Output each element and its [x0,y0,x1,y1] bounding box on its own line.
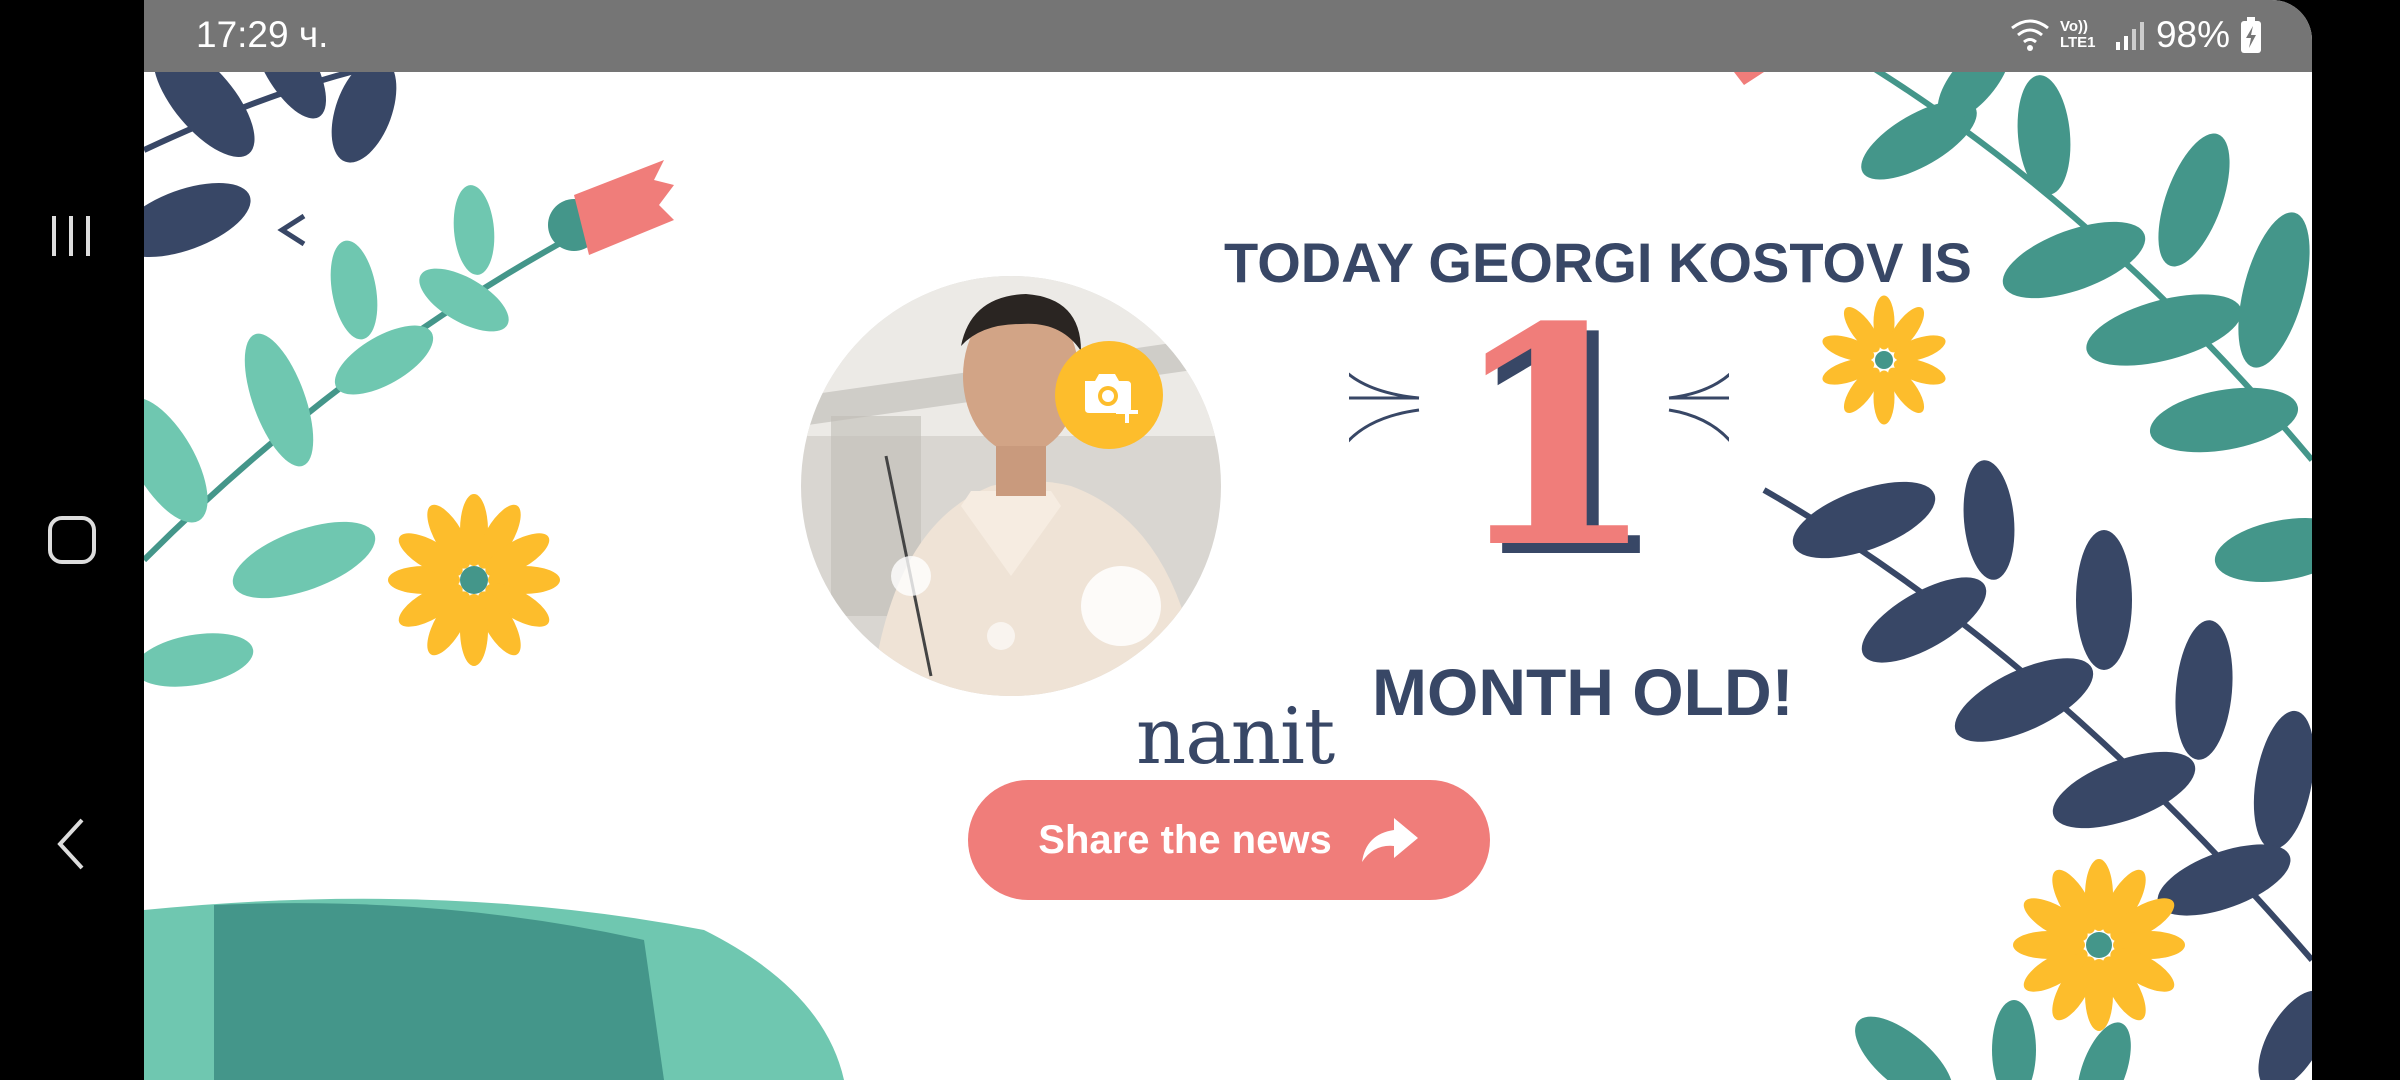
home-icon [48,516,96,564]
age-number: 1 [1449,261,1658,614]
chevron-left-icon [57,818,84,870]
status-time: 17:29 ч. [196,14,329,55]
profile-photo-image [801,276,1221,696]
back-arrow-icon [277,213,306,247]
brand-logo: nanit [1136,692,1335,782]
milestone-heading-bottom: MONTH OLD! [1372,655,1794,729]
back-button[interactable] [254,190,334,270]
share-button-label: Share the news [1038,817,1332,862]
age-display: 1 [1303,288,1775,618]
recent-apps-icon [52,216,90,256]
baby-photo[interactable] [801,276,1221,696]
add-photo-button[interactable] [1055,341,1163,449]
app-screen: 17:29 ч. Vo)) LTE1 98% TODAY GEORGI KOST… [144,0,2312,1080]
battery-level: 98% [2155,14,2230,55]
status-indicators: Vo)) LTE1 98% [2010,14,2262,56]
home-button[interactable] [22,490,122,590]
add-photo-icon [1085,374,1138,423]
share-arrow-icon [1361,818,1418,862]
battery-charging-icon [2241,17,2261,53]
system-navigation-bar [0,0,144,1080]
status-bar: 17:29 ч. Vo)) LTE1 98% [144,0,2312,72]
system-back-button[interactable] [22,794,122,894]
share-news-button[interactable]: Share the news [968,780,1490,900]
wifi-icon [2011,19,2049,51]
signal-icon [2115,22,2144,50]
recent-apps-button[interactable] [22,186,122,286]
floral-background-illustration [144,11,2312,1080]
network-type-label: Vo)) LTE1 [2059,18,2096,51]
